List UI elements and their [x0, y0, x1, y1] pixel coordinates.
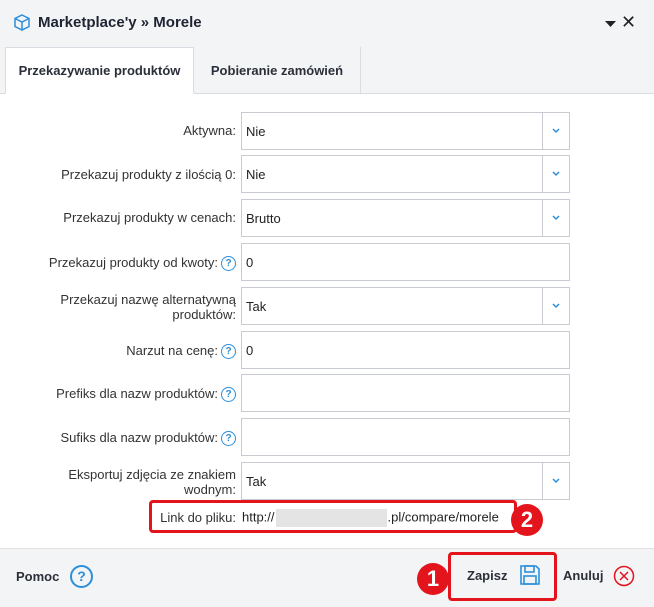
tab-pobieranie-zamowien[interactable]: Pobieranie zamówień	[194, 47, 361, 93]
help-icon[interactable]: ?	[221, 256, 236, 272]
ilosc-zero-label: Przekazuj produkty z ilością 0:	[61, 167, 236, 182]
zdjecia-value: Tak	[246, 474, 267, 489]
floppy-disk-icon	[519, 564, 541, 591]
chevron-down-icon[interactable]	[542, 113, 569, 149]
od-kwoty-label: Przekazuj produkty od kwoty:	[48, 255, 218, 270]
w-cenach-label: Przekazuj produkty w cenach:	[63, 210, 236, 225]
sufiks-label-wrap: Sufiks dla nazw produktów:?	[60, 430, 236, 447]
narzut-label-wrap: Narzut na cenę:?	[126, 343, 236, 360]
narzut-value: 0	[246, 343, 254, 358]
cancel-button[interactable]: Anuluj	[563, 568, 603, 583]
annotation-badge-1: 1	[417, 563, 449, 595]
zdjecia-label-line1: Eksportuj zdjęcia ze znakiem	[68, 467, 236, 482]
help-circle-icon[interactable]: ?	[70, 565, 93, 588]
collapse-caret-icon[interactable]	[605, 15, 616, 33]
aktywna-label: Aktywna:	[183, 123, 236, 138]
nazwa-alt-select[interactable]: Tak	[241, 287, 570, 325]
annotation-badge-2: 2	[511, 504, 543, 536]
tab-przekazywanie-produktow[interactable]: Przekazywanie produktów	[5, 47, 194, 94]
narzut-label: Narzut na cenę:	[126, 343, 218, 358]
chevron-down-icon[interactable]	[542, 200, 569, 236]
nazwa-alt-value: Tak	[246, 299, 267, 314]
prefiks-input[interactable]	[241, 374, 570, 412]
sufiks-label: Sufiks dla nazw produktów:	[60, 430, 218, 445]
narzut-input[interactable]: 0	[241, 331, 570, 369]
sufiks-input[interactable]	[241, 418, 570, 456]
save-button[interactable]: Zapisz	[448, 552, 557, 601]
od-kwoty-value: 0	[246, 255, 254, 270]
aktywna-select[interactable]: Nie	[241, 112, 570, 150]
tab-bar: Przekazywanie produktów Pobieranie zamów…	[0, 47, 654, 94]
chevron-down-icon[interactable]	[542, 463, 569, 499]
link-highlight-box	[149, 500, 517, 533]
od-kwoty-input[interactable]: 0	[241, 243, 570, 281]
close-icon[interactable]: ✕	[621, 13, 636, 31]
prefiks-label: Prefiks dla nazw produktów:	[56, 386, 218, 401]
zdjecia-label-line2: wodnym:	[183, 482, 236, 497]
prefiks-label-wrap: Prefiks dla nazw produktów:?	[56, 386, 236, 403]
zdjecia-label: Eksportuj zdjęcia ze znakiem wodnym:	[68, 467, 236, 497]
w-cenach-select[interactable]: Brutto	[241, 199, 570, 237]
cancel-x-icon[interactable]	[613, 565, 635, 592]
help-label[interactable]: Pomoc	[16, 569, 59, 584]
save-label: Zapisz	[467, 568, 508, 583]
cube-icon	[14, 14, 30, 36]
nazwa-alt-label-line1: Przekazuj nazwę alternatywną	[60, 292, 236, 307]
zdjecia-select[interactable]: Tak	[241, 462, 570, 500]
aktywna-value: Nie	[246, 124, 266, 139]
window-title: Marketplace'y » Morele	[38, 14, 202, 31]
od-kwoty-label-wrap: Przekazuj produkty od kwoty:?	[48, 255, 236, 272]
nazwa-alt-label-line2: produktów:	[172, 307, 236, 322]
ilosc-zero-select[interactable]: Nie	[241, 155, 570, 193]
ilosc-zero-value: Nie	[246, 167, 266, 182]
chevron-down-icon[interactable]	[542, 288, 569, 324]
chevron-down-icon[interactable]	[542, 156, 569, 192]
window-header: Marketplace'y » Morele ✕	[0, 0, 654, 48]
w-cenach-value: Brutto	[246, 211, 281, 226]
help-icon[interactable]: ?	[221, 344, 236, 360]
nazwa-alt-label: Przekazuj nazwę alternatywną produktów:	[60, 292, 236, 322]
help-icon[interactable]: ?	[221, 387, 236, 403]
help-icon[interactable]: ?	[221, 431, 236, 447]
